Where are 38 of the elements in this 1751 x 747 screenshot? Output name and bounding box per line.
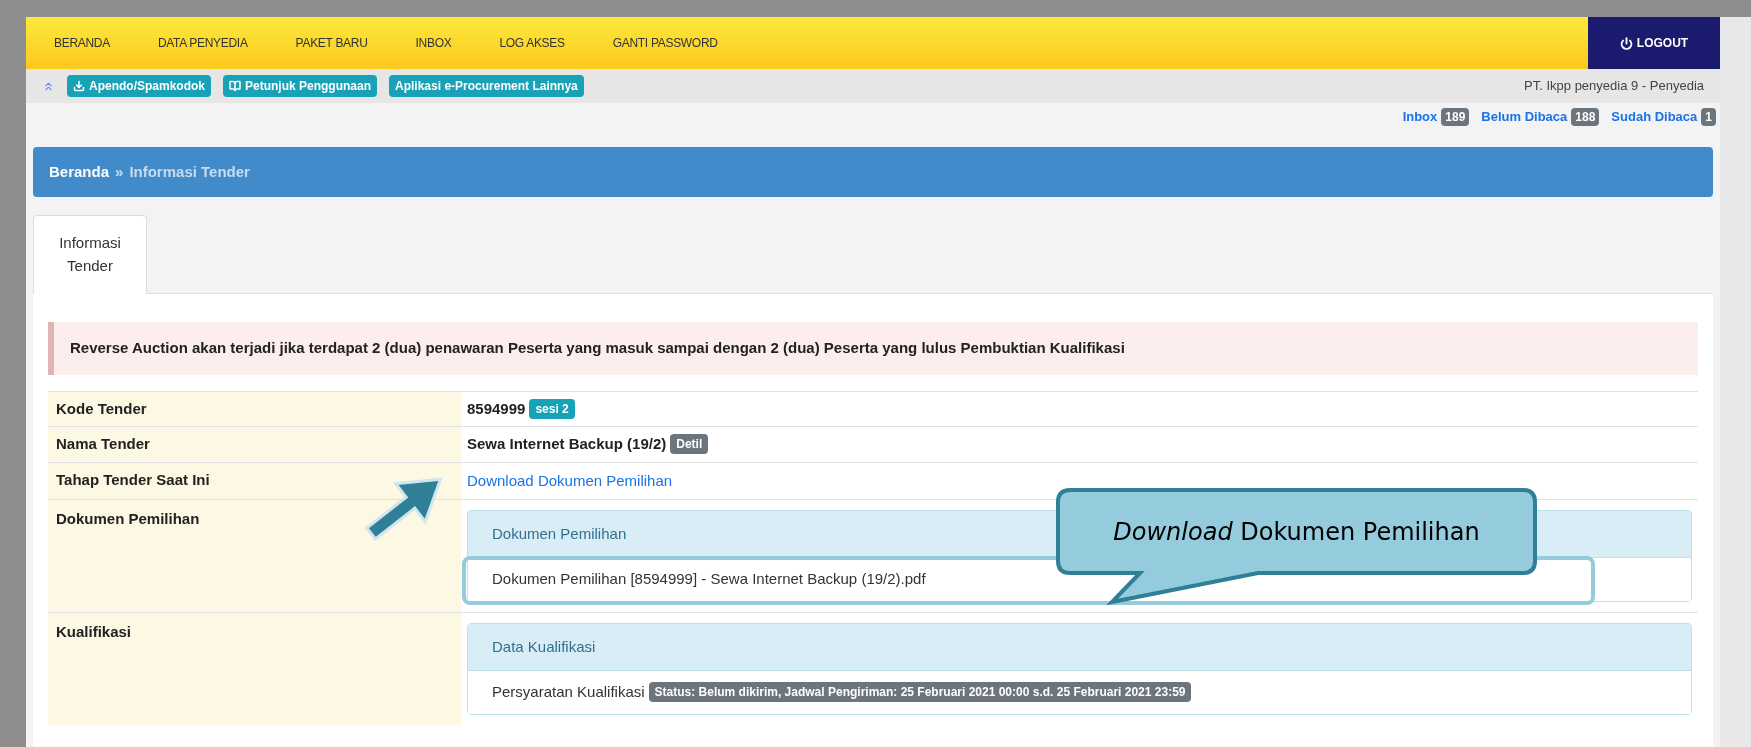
download-icon [73, 80, 85, 92]
book-icon [229, 80, 241, 92]
field-label: Kode Tender [48, 391, 461, 426]
status-badge: Status: Belum dikirim, Jadwal Pengiriman: 25 Februari 2021 00:00 s.d. 25 Februari 2021 23:59 [648, 682, 1192, 703]
tab[interactable]: Informasi Tender [33, 215, 147, 294]
panel-header: Data Kualifikasi [468, 623, 1691, 671]
field-label: Kualifikasi [48, 612, 461, 725]
count-badge: 189 [1441, 108, 1470, 126]
field-value: Sewa Internet Backup (19/2) [467, 434, 667, 454]
nav-link[interactable]: LOG AKSES [499, 34, 565, 52]
field-value: 8594999 [467, 398, 526, 419]
count-badge: 188 [1571, 108, 1600, 126]
callout-text: Download Dokumen Pemilihan [1113, 516, 1480, 548]
nav-link[interactable]: PAKET BARU [295, 34, 368, 52]
power-icon [1619, 36, 1633, 50]
logout-button[interactable]: LOGOUT [1588, 17, 1720, 69]
field-label: Nama Tender [48, 427, 461, 462]
nav-link[interactable]: BERANDA [54, 34, 110, 52]
document-item[interactable]: Persyaratan Kualifikasi [492, 681, 645, 704]
mail-link[interactable]: Inbox [1402, 107, 1438, 127]
breadcrumb-current: Informasi Tender [129, 161, 250, 182]
alert-message: Reverse Auction akan terjadi jika terdapat 2 (dua) penawaran Peserta yang masuk sampai dengan 2 (dua) Peserta yang lulus Pembuktian Kualifikasi [48, 322, 1698, 375]
field-label: Tahap Tender Saat Ini [48, 462, 461, 499]
nav-link[interactable]: INBOX [415, 34, 452, 52]
stage-link[interactable]: Download Dokumen Pemilihan [467, 471, 673, 489]
field-label: Dokumen Pemilihan [48, 499, 461, 612]
count-badge: 1 [1701, 108, 1716, 126]
scrollbar-track[interactable] [1720, 17, 1751, 747]
nav-link[interactable]: DATA PENYEDIA [157, 34, 248, 52]
mail-link[interactable]: Belum Dibaca [1481, 107, 1568, 127]
document-item[interactable]: Dokumen Pemilihan [8594999] - Sewa Internet Backup (19/2).pdf [492, 568, 926, 591]
mail-link[interactable]: Sudah Dibaca [1611, 107, 1698, 127]
nav-link[interactable]: GANTI PASSWORD [612, 34, 718, 52]
breadcrumb-separator: » [115, 161, 124, 182]
status-badge: Detil [670, 434, 709, 455]
breadcrumb-link[interactable]: Beranda [49, 160, 110, 184]
status-badge: sesi 2 [529, 398, 575, 419]
user-name: PT. Ikpp penyedia 9 - Penyedia [1524, 77, 1704, 96]
